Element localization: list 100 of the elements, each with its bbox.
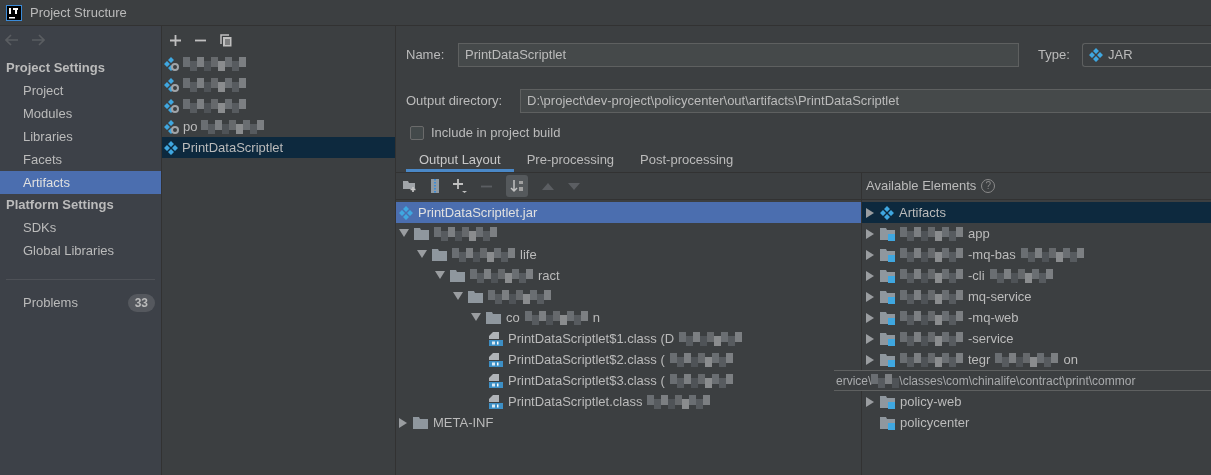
sidebar-item[interactable]: Facets — [0, 148, 161, 171]
blurred-text-mosaic — [488, 289, 551, 304]
collapsed-arrow-icon[interactable] — [866, 333, 875, 344]
blurred-text-mosaic — [900, 352, 963, 367]
sort-toggle-icon[interactable] — [506, 175, 528, 197]
blurred-text-mosaic — [183, 98, 246, 113]
tree-row[interactable]: PrintDataScriptlet$3.class ( — [396, 370, 735, 391]
artifact-icon — [164, 140, 178, 155]
tree-row[interactable]: PrintDataScriptlet$2.class ( — [396, 349, 735, 370]
collapsed-arrow-icon[interactable] — [866, 207, 875, 218]
item-label: Artifacts — [899, 203, 946, 222]
tree-row[interactable]: PrintDataScriptlet.class — [396, 391, 713, 412]
type-dropdown[interactable]: JAR — [1082, 43, 1211, 67]
blurred-text-mosaic — [183, 56, 246, 71]
expanded-arrow-icon[interactable] — [453, 292, 463, 301]
collapsed-arrow-icon[interactable] — [866, 354, 875, 365]
sidebar-item[interactable]: Project — [0, 79, 161, 102]
available-element-item[interactable]: -cli — [862, 265, 1211, 286]
item-label: n — [592, 308, 600, 327]
item-label: ervice\ — [836, 372, 872, 390]
expanded-arrow-icon[interactable] — [471, 313, 481, 322]
available-element-item[interactable]: policycenter — [862, 412, 1211, 433]
add-icon[interactable] — [170, 35, 181, 46]
sidebar-item[interactable]: SDKs — [0, 216, 161, 239]
item-label: policycenter — [900, 413, 970, 432]
add-dropdown-icon[interactable] — [453, 179, 467, 193]
collapsed-arrow-icon[interactable] — [866, 249, 875, 260]
artifact-icon — [399, 205, 413, 220]
blurred-text-mosaic — [900, 331, 963, 346]
collapsed-arrow-icon[interactable] — [399, 417, 408, 428]
item-label: PrintDataScriptlet — [182, 138, 284, 157]
collapsed-arrow-icon[interactable] — [866, 396, 875, 407]
tree-row[interactable]: life — [396, 244, 539, 265]
output-directory-field[interactable]: D:\project\dev-project\policycenter\out\artifacts\PrintDataScriptlet — [520, 89, 1211, 113]
artifact-list-item[interactable]: po — [162, 116, 395, 137]
available-element-item[interactable]: -mq-web — [862, 307, 1211, 328]
module-folder-icon — [880, 415, 895, 430]
collapsed-arrow-icon[interactable] — [866, 291, 875, 302]
sidebar-item[interactable]: Artifacts — [0, 171, 161, 194]
folder-icon — [450, 268, 465, 283]
remove-icon[interactable] — [195, 39, 206, 42]
available-element-item[interactable]: Artifacts — [862, 202, 1211, 223]
available-element-item[interactable]: app — [862, 223, 1211, 244]
problems-item[interactable]: Problems — [23, 293, 78, 313]
collapsed-arrow-icon[interactable] — [866, 312, 875, 323]
folder-icon — [468, 289, 483, 304]
sidebar-item[interactable]: Modules — [0, 102, 161, 125]
blurred-text-mosaic — [900, 247, 963, 262]
folder-icon — [486, 310, 501, 325]
available-element-item[interactable]: tegr on — [862, 349, 1211, 370]
class-file-icon — [489, 352, 503, 367]
include-label: Include in project build — [431, 124, 561, 143]
sidebar-item[interactable]: Global Libraries — [0, 239, 161, 262]
item-label: tegr — [968, 350, 991, 369]
output-directory-label: Output directory: — [406, 92, 504, 111]
collapsed-arrow-icon[interactable] — [866, 270, 875, 281]
new-folder-icon[interactable] — [403, 180, 417, 192]
blurred-text-mosaic — [669, 352, 733, 367]
artifact-list-item[interactable]: PrintDataScriptlet — [162, 137, 395, 158]
expanded-arrow-icon[interactable] — [435, 271, 445, 280]
blurred-text-mosaic — [900, 226, 963, 241]
item-label: ract — [538, 266, 560, 285]
collapsed-arrow-icon[interactable] — [866, 228, 875, 239]
class-file-icon — [489, 331, 503, 346]
name-field[interactable]: PrintDataScriptlet — [458, 43, 1019, 67]
tree-row[interactable]: META-INF — [396, 412, 496, 433]
tree-row[interactable]: PrintDataScriptlet.jar — [396, 202, 861, 223]
blurred-text-mosaic — [434, 226, 497, 241]
web-artifact-icon — [164, 56, 179, 71]
item-label: \classes\com\chinalife\contract\print\commor — [899, 372, 1136, 390]
module-folder-icon — [880, 394, 895, 409]
tab[interactable]: Output Layout — [406, 151, 514, 172]
available-element-item[interactable]: -service — [862, 328, 1211, 349]
tree-row[interactable]: co n — [396, 307, 602, 328]
folder-icon — [413, 415, 428, 430]
available-element-item[interactable]: mq-service — [862, 286, 1211, 307]
available-element-item[interactable]: -mq-bas — [862, 244, 1211, 265]
web-artifact-icon — [164, 77, 179, 92]
expanded-arrow-icon[interactable] — [417, 250, 427, 259]
blurred-text-mosaic — [900, 310, 963, 325]
tab[interactable]: Post-processing — [627, 151, 747, 172]
tree-row[interactable]: ract — [396, 265, 562, 286]
blurred-text-mosaic — [524, 310, 588, 325]
expanded-arrow-icon[interactable] — [399, 229, 409, 238]
module-folder-icon — [880, 268, 895, 283]
folder-icon — [414, 226, 429, 241]
include-checkbox[interactable] — [410, 126, 424, 140]
module-folder-icon — [880, 331, 895, 346]
item-label: PrintDataScriptlet$2.class ( — [508, 350, 665, 369]
tree-row[interactable]: PrintDataScriptlet$1.class (D — [396, 328, 745, 349]
item-label: policy-web — [900, 392, 962, 411]
window-title: Project Structure — [30, 3, 127, 22]
class-file-icon — [489, 373, 503, 388]
tab[interactable]: Pre-processing — [513, 151, 628, 172]
blurred-text-mosaic — [871, 373, 900, 388]
copy-icon[interactable] — [220, 34, 232, 47]
item-label: -mq-bas — [968, 245, 1016, 264]
available-element-item[interactable]: policy-web — [862, 391, 1211, 412]
item-label: PrintDataScriptlet$1.class (D — [508, 329, 675, 348]
sidebar-item[interactable]: Libraries — [0, 125, 161, 148]
